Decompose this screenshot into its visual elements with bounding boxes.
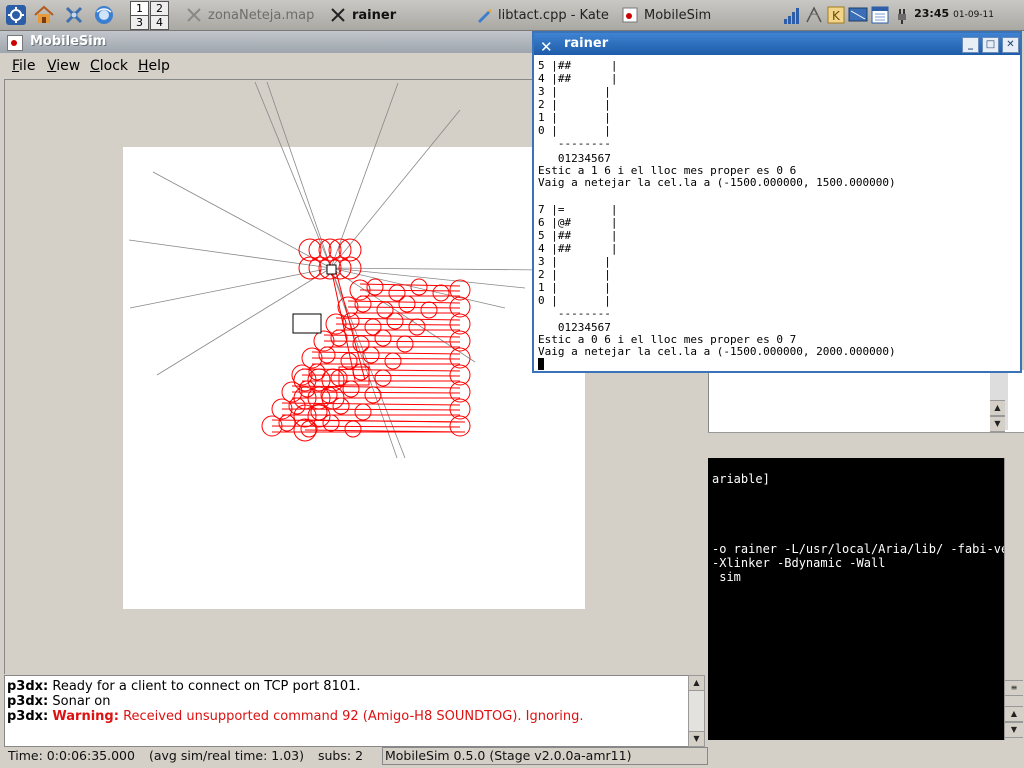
konsole-line: ariable] bbox=[712, 472, 770, 486]
task-label: rainer bbox=[352, 7, 397, 23]
terminal-line: 5 |## | bbox=[538, 229, 618, 242]
kate-icon bbox=[476, 7, 492, 23]
terminal-line: 1 | | bbox=[538, 111, 611, 124]
top-panel: 1 2 3 4 zonaNeteja.map rainer libtact.cp… bbox=[0, 0, 1024, 31]
calendar-icon[interactable] bbox=[868, 3, 892, 27]
clock-date: 01-09-11 bbox=[953, 10, 994, 20]
task-rainer[interactable]: rainer bbox=[330, 3, 396, 27]
terminal-line: 2 | | bbox=[538, 98, 611, 111]
menu-view[interactable]: View bbox=[47, 58, 80, 74]
editor-scrollbar[interactable]: ▲ ▼ bbox=[990, 372, 1008, 432]
konsole-line: sim bbox=[712, 570, 741, 584]
browser-icon[interactable] bbox=[92, 3, 116, 27]
k-menu-icon[interactable] bbox=[4, 3, 28, 27]
log-line: p3dx: Sonar on bbox=[7, 694, 111, 709]
scroll-grip[interactable]: ≡ bbox=[1005, 680, 1023, 696]
terminal-line: 0 | | bbox=[538, 124, 611, 137]
desktop-1-button[interactable]: 1 bbox=[130, 1, 149, 16]
network-icon[interactable] bbox=[802, 3, 826, 27]
sim-time: Time: 0:0:06:35.000 bbox=[8, 748, 135, 763]
svg-text:K: K bbox=[832, 9, 841, 23]
menu-file[interactable]: File bbox=[12, 58, 35, 74]
status-bar: Time: 0:0:06:35.000 (avg sim/real time: … bbox=[4, 747, 708, 765]
minimize-button[interactable]: _ bbox=[962, 37, 979, 53]
task-mobilesim[interactable]: MobileSim bbox=[622, 3, 711, 27]
menu-help[interactable]: Help bbox=[138, 58, 170, 74]
map-area bbox=[123, 147, 585, 609]
scroll-up-icon[interactable]: ▲ bbox=[990, 400, 1005, 416]
terminal-line: 7 |= | bbox=[538, 203, 618, 216]
terminal-window: ✕ rainer _ □ ✕ 5 |## | 4 |## | 3 | | 2 |… bbox=[532, 31, 1022, 373]
konsole-output[interactable]: ariable] -o rainer -L/usr/local/Aria/lib… bbox=[708, 458, 1004, 740]
menu-clock[interactable]: Clock bbox=[90, 58, 128, 74]
desktop-4-button[interactable]: 4 bbox=[150, 15, 169, 30]
scroll-down-icon[interactable]: ▼ bbox=[990, 416, 1005, 432]
terminal-output[interactable]: 5 |## | 4 |## | 3 | | 2 | | 1 | | 0 | | … bbox=[538, 57, 1018, 370]
terminal-line: 3 | | bbox=[538, 255, 611, 268]
log-line-warning: p3dx: Warning: Received unsupported comm… bbox=[7, 709, 584, 724]
terminal-line: 6 |@# | bbox=[538, 216, 618, 229]
scroll-up-icon[interactable]: ▲ bbox=[1005, 706, 1023, 722]
map-obstacle bbox=[292, 313, 322, 334]
task-label: libtact.cpp - Kate bbox=[498, 7, 609, 23]
mobilesim-icon bbox=[7, 35, 23, 51]
task-kate[interactable]: libtact.cpp - Kate bbox=[476, 3, 609, 27]
text-cursor bbox=[538, 358, 544, 370]
log-line: p3dx: Ready for a client to connect on T… bbox=[7, 679, 361, 694]
tools-icon[interactable] bbox=[62, 3, 86, 27]
kde-k-icon[interactable]: K bbox=[824, 3, 848, 27]
terminal-line: 1 | | bbox=[538, 281, 611, 294]
splitter[interactable] bbox=[708, 432, 1024, 457]
terminal-titlebar[interactable]: ✕ rainer _ □ ✕ bbox=[534, 33, 1020, 56]
power-icon[interactable] bbox=[890, 3, 914, 27]
desktop-3-button[interactable]: 3 bbox=[130, 15, 149, 30]
signal-icon[interactable] bbox=[780, 3, 804, 27]
terminal-line: 2 | | bbox=[538, 268, 611, 281]
clock-time: 23:45 bbox=[914, 7, 950, 20]
scroll-up-icon[interactable]: ▲ bbox=[689, 676, 704, 691]
terminal-line: Vaig a netejar la cel.la a (-1500.000000… bbox=[538, 176, 896, 189]
window-title: MobileSim bbox=[30, 34, 107, 49]
log-scrollbar[interactable]: ▲ ▼ bbox=[688, 675, 705, 747]
task-zonaneteja[interactable]: zonaNeteja.map bbox=[186, 3, 314, 27]
home-icon[interactable] bbox=[32, 3, 56, 27]
task-label: zonaNeteja.map bbox=[208, 7, 315, 23]
konsole-line: -o rainer -L/usr/local/Aria/lib/ -fabi-v… bbox=[712, 542, 1004, 556]
clock[interactable]: 23:45 01-09-11 bbox=[914, 7, 994, 20]
terminal-line: 0 | | bbox=[538, 294, 611, 307]
terminal-title: rainer bbox=[564, 36, 609, 51]
robot-marker[interactable] bbox=[326, 264, 337, 275]
version-label: MobileSim 0.5.0 (Stage v2.0.0a-amr11) bbox=[382, 747, 708, 765]
avg-time: (avg sim/real time: 1.03) bbox=[149, 748, 305, 763]
terminal-line: 4 |## | bbox=[538, 72, 618, 85]
x-icon bbox=[186, 7, 202, 23]
task-label: MobileSim bbox=[644, 7, 712, 23]
kate-editor-area[interactable] bbox=[708, 370, 1024, 432]
terminal-line: Vaig a netejar la cel.la a (-1500.000000… bbox=[538, 345, 896, 358]
display-icon[interactable] bbox=[846, 3, 870, 27]
terminal-line: 4 |## | bbox=[538, 242, 618, 255]
message-log[interactable]: p3dx: Ready for a client to connect on T… bbox=[4, 675, 689, 747]
subs-count: subs: 2 bbox=[318, 748, 364, 763]
terminal-line: 5 |## | bbox=[538, 59, 618, 72]
terminal-line: -------- bbox=[538, 307, 611, 320]
konsole-frame-bottom bbox=[708, 740, 1024, 768]
x-icon bbox=[330, 7, 346, 23]
x-icon: ✕ bbox=[540, 38, 553, 56]
konsole-line: -Xlinker -Bdynamic -Wall bbox=[712, 556, 886, 570]
close-button[interactable]: ✕ bbox=[1002, 37, 1019, 53]
mobilesim-icon bbox=[622, 7, 638, 23]
konsole-scrollbar[interactable]: ≡ ▲ ▼ bbox=[1004, 458, 1024, 740]
terminal-line: 3 | | bbox=[538, 85, 611, 98]
scroll-down-icon[interactable]: ▼ bbox=[1005, 722, 1023, 738]
terminal-line: -------- bbox=[538, 137, 611, 150]
maximize-button[interactable]: □ bbox=[982, 37, 999, 53]
scroll-down-icon[interactable]: ▼ bbox=[689, 731, 704, 746]
desktop-2-button[interactable]: 2 bbox=[150, 1, 169, 16]
